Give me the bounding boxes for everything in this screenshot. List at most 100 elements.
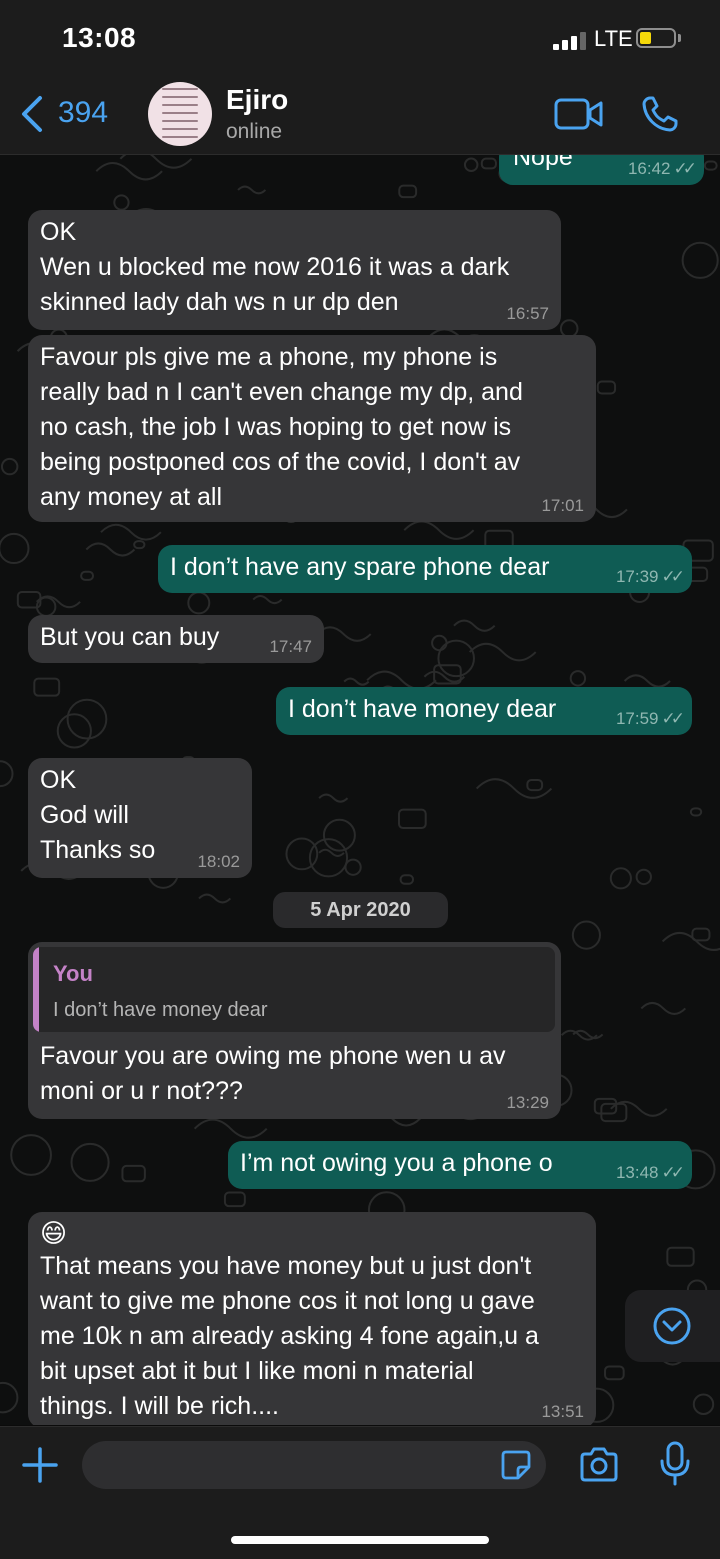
message-outgoing[interactable]: I’m not owing you a phone o 13:48 ✓✓ (228, 1141, 692, 1189)
battery-tip (678, 34, 681, 42)
wallpaper-doodle (285, 837, 319, 871)
wallpaper-doodle (133, 540, 146, 550)
message-incoming[interactable]: Favour pls give me a phone, my phone is … (28, 335, 596, 522)
wallpaper-doodle (0, 457, 19, 476)
message-time: 17:47 (269, 637, 312, 656)
message-time: 16:57 (506, 304, 549, 323)
message-incoming-reply[interactable]: You I don’t have money dear Favour you a… (28, 942, 561, 1119)
wallpaper-doodle (398, 808, 427, 830)
wallpaper-doodle (70, 1142, 110, 1182)
message-time: 17:59 (615, 709, 659, 728)
plus-icon[interactable] (22, 1447, 58, 1483)
message-time: 13:51 (541, 1402, 584, 1421)
avatar-text-line (162, 136, 198, 138)
message-text: That means you have money but u just don… (40, 1252, 539, 1420)
status-bar: 13:08 LTE (0, 0, 720, 74)
message-input[interactable] (82, 1441, 546, 1489)
read-receipt-icon: ✓✓ (673, 159, 697, 178)
wallpaper-doodle (480, 157, 497, 170)
battery-level (640, 32, 651, 44)
wallpaper-doodle (121, 1164, 146, 1183)
message-incoming[interactable]: But you can buy 17:47 (28, 615, 324, 663)
quote-text: I don’t have money dear (53, 999, 268, 1021)
wallpaper-doodle (35, 595, 81, 609)
back-unread-count[interactable]: 394 (58, 96, 108, 130)
wallpaper-doodle (95, 161, 163, 181)
wallpaper-doodle (223, 1191, 246, 1208)
wallpaper-doodle (315, 626, 372, 642)
message-text: OK Wen u blocked me now 2016 it was a da… (40, 218, 510, 316)
wallpaper-doodle (623, 674, 671, 688)
wallpaper-doodle (399, 874, 415, 885)
wallpaper-doodle (692, 1393, 715, 1415)
wallpaper-doodle (56, 713, 92, 749)
network-type: LTE (594, 26, 633, 51)
wallpaper-doodle (0, 532, 30, 565)
avatar-text-line (162, 128, 198, 130)
contact-name[interactable]: Ejiro (226, 84, 288, 116)
chat-header: 394 Ejiro online (0, 74, 720, 155)
message-text: I don’t have any spare phone dear (170, 553, 550, 581)
avatar-text-line (162, 96, 198, 98)
wallpaper-doodle (33, 677, 61, 697)
quote-accent-bar (33, 947, 39, 1032)
wallpaper-doodle (252, 595, 283, 605)
contact-avatar[interactable] (148, 82, 212, 146)
wallpaper-doodle (635, 868, 652, 886)
wallpaper-doodle (453, 619, 496, 632)
avatar-text-line (162, 112, 198, 114)
wallpaper-doodle (113, 194, 130, 211)
microphone-icon[interactable] (658, 1441, 692, 1487)
video-call-icon[interactable] (554, 98, 604, 130)
chat-area[interactable]: Nope 16:42 ✓✓ OK Wen u blocked me now 201… (0, 155, 720, 1425)
wallpaper-doodle (119, 155, 193, 169)
message-incoming[interactable]: OK God will Thanks so 18:02 (28, 758, 252, 878)
message-outgoing[interactable]: I don’t have any spare phone dear 17:39 ✓… (158, 545, 692, 593)
wallpaper-doodle (571, 920, 601, 950)
message-outgoing[interactable]: Nope 16:42 ✓✓ (499, 155, 704, 185)
contact-status: online (226, 120, 283, 143)
message-time: 18:02 (197, 852, 240, 871)
wallpaper-doodle (0, 1381, 19, 1414)
message-meta: 13:48 ✓✓ (615, 1163, 685, 1183)
battery-icon (636, 28, 676, 48)
message-time: 17:39 (615, 567, 659, 586)
phone-icon[interactable] (640, 94, 680, 134)
avatar-text-line (162, 104, 198, 106)
message-outgoing[interactable]: I don’t have money dear 17:59 ✓✓ (276, 687, 692, 735)
signal-bar (553, 44, 559, 50)
wallpaper-doodle (100, 523, 162, 541)
chevron-down-circle-icon[interactable] (652, 1306, 692, 1346)
signal-bar (571, 36, 577, 50)
wallpaper-doodle (318, 793, 349, 803)
camera-icon[interactable] (578, 1445, 620, 1485)
wallpaper-doodle (569, 670, 587, 687)
wallpaper-doodle (468, 642, 537, 662)
read-receipt-icon: ✓✓ (661, 1163, 685, 1182)
wallpaper-doodle (343, 677, 370, 686)
wallpaper-doodle (85, 542, 136, 557)
sticker-icon[interactable] (500, 1449, 532, 1481)
quoted-message[interactable]: You I don’t have money dear (33, 947, 555, 1032)
wallpaper-doodle (661, 931, 720, 951)
wallpaper-doodle (604, 1365, 625, 1381)
wallpaper-doodle (463, 157, 479, 173)
wallpaper-doodle (198, 893, 232, 904)
wallpaper-doodle (640, 1001, 687, 1015)
wallpaper-doodle (187, 591, 211, 615)
message-text: Favour you are owing me phone wen u av m… (40, 1042, 506, 1105)
date-separator: 5 Apr 2020 (273, 892, 448, 928)
message-time: 13:48 (615, 1163, 659, 1182)
message-text: I’m not owing you a phone o (240, 1149, 553, 1177)
message-meta: 17:59 ✓✓ (615, 709, 685, 729)
wallpaper-doodle (526, 778, 544, 792)
chevron-left-icon[interactable] (18, 94, 48, 134)
message-incoming[interactable]: 😄 That means you have money but u just d… (28, 1212, 596, 1425)
home-indicator[interactable] (231, 1536, 489, 1544)
wallpaper-doodle (398, 184, 418, 199)
wallpaper-doodle (403, 520, 475, 540)
read-receipt-icon: ✓✓ (661, 709, 685, 728)
wallpaper-doodle (80, 570, 95, 581)
message-incoming[interactable]: OK Wen u blocked me now 2016 it was a da… (28, 210, 561, 330)
signal-bar (580, 32, 586, 50)
